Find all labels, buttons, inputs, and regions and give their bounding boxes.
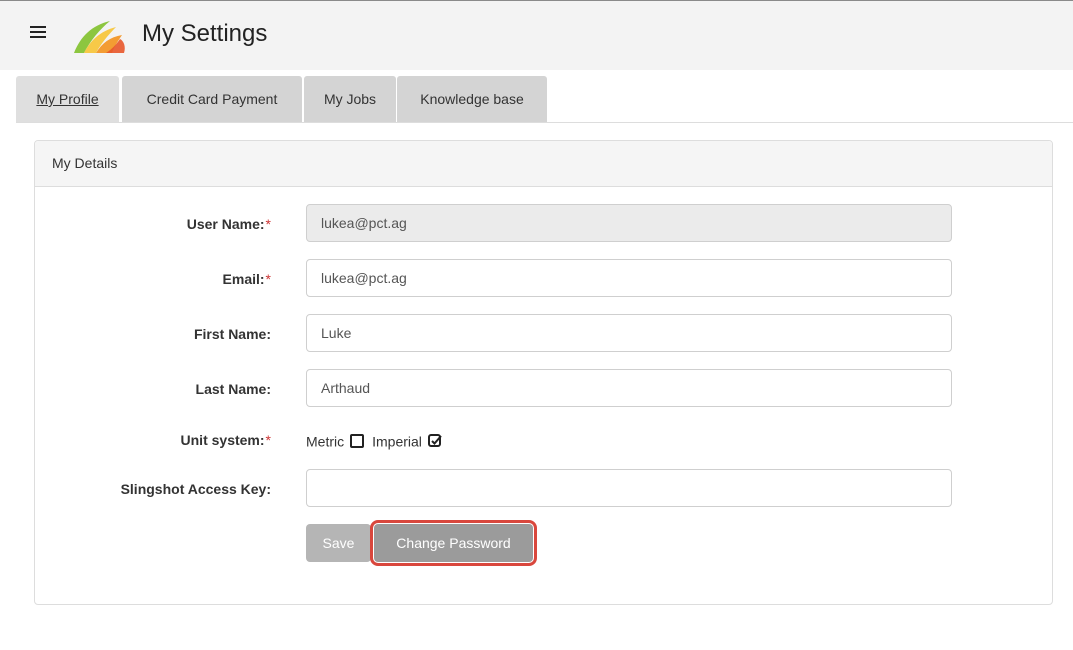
slingshot-label: Slingshot Access Key: (120, 481, 271, 497)
tab-my-profile[interactable]: My Profile (16, 76, 119, 122)
save-button[interactable]: Save (306, 524, 371, 562)
tab-divider (16, 122, 1073, 123)
first-name-field[interactable]: Luke (306, 314, 952, 352)
slingshot-access-key-field[interactable] (306, 469, 952, 507)
email-label: Email:* (223, 271, 271, 287)
tab-credit-card-payment[interactable]: Credit Card Payment (122, 76, 302, 122)
username-field: lukea@pct.ag (306, 204, 952, 242)
tab-my-jobs[interactable]: My Jobs (304, 76, 396, 122)
panel-title: My Details (35, 141, 1052, 187)
username-label-text: User Name: (186, 216, 265, 232)
metric-label: Metric (306, 433, 345, 450)
required-mark: * (265, 271, 271, 287)
metric-checkbox[interactable] (350, 434, 365, 449)
unit-system-label-text: Unit system: (180, 432, 265, 448)
unit-system-label: Unit system:* (181, 432, 271, 448)
first-name-label: First Name: (193, 326, 271, 342)
top-bar: My Settings (0, 0, 1073, 70)
page-title: My Settings (142, 20, 268, 47)
change-password-button[interactable]: Change Password (370, 520, 537, 566)
imperial-checkbox[interactable] (427, 434, 442, 448)
email-label-text: Email: (222, 271, 265, 287)
app-logo (74, 21, 125, 53)
unit-system-options: Metric Imperial (306, 432, 442, 449)
my-details-panel: My Details User Name:* lukea@pct.ag Emai… (34, 140, 1053, 605)
last-name-label: Last Name: (195, 381, 271, 397)
hamburger-icon[interactable] (30, 26, 46, 38)
tab-knowledge-base[interactable]: Knowledge base (397, 76, 547, 122)
imperial-label: Imperial (372, 433, 422, 450)
email-field[interactable]: lukea@pct.ag (306, 259, 952, 297)
required-mark: * (265, 216, 271, 232)
required-mark: * (265, 432, 271, 448)
username-label: User Name:* (187, 216, 271, 232)
last-name-field[interactable]: Arthaud (306, 369, 952, 407)
